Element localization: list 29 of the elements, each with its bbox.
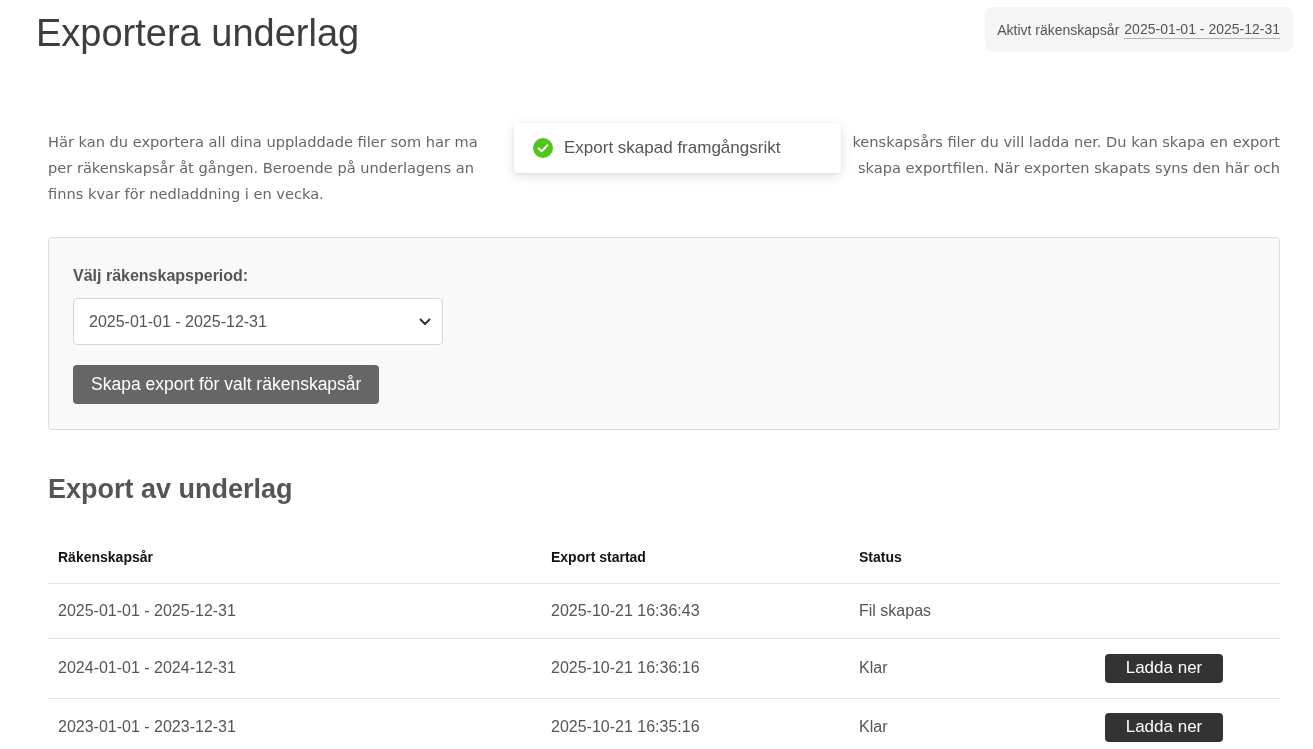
table-cell: 2024-01-01 - 2024-12-31 xyxy=(58,659,236,676)
intro-text: Här kan du exportera all dina uppladdade filer som har ma xyxy=(48,132,478,152)
table-cell: Klar xyxy=(859,718,888,736)
intro-text: per räkenskapsår åt gången. Beroende på underlagens an xyxy=(48,158,474,178)
active-year-link[interactable]: 2025-01-01 - 2025-12-31 xyxy=(1124,20,1280,39)
intro-text: kenskapsårs filer du vill ladda ner. Du kan skapa en export xyxy=(852,132,1280,152)
table-cell: Fil skapas xyxy=(859,601,932,619)
download-button[interactable]: Ladda ner xyxy=(1105,653,1223,683)
period-label: Välj räkenskapsperiod: xyxy=(73,267,249,284)
table-cell: 2023-01-01 - 2023-12-31 xyxy=(58,718,236,736)
column-header: Räkenskapsår xyxy=(58,549,153,566)
chevron-down-icon xyxy=(419,317,431,326)
active-year-label: Aktivt räkenskapsår xyxy=(997,21,1120,38)
page-title: Exportera underlag xyxy=(36,11,360,56)
table-cell: Klar xyxy=(859,659,888,676)
table-cell: 2025-10-21 16:36:16 xyxy=(551,659,700,676)
section-heading: Export av underlag xyxy=(48,474,293,504)
column-header: Status xyxy=(859,549,902,566)
download-button[interactable]: Ladda ner xyxy=(1105,712,1223,742)
table-cell: 2025-10-21 16:35:16 xyxy=(551,718,700,736)
table-cell: 2025-01-01 - 2025-12-31 xyxy=(58,601,236,619)
check-circle-icon xyxy=(533,138,553,158)
column-header: Export startad xyxy=(551,549,646,566)
period-select[interactable]: 2025-01-01 - 2025-12-31 xyxy=(73,298,443,345)
toast-message: Export skapad framgångsrikt xyxy=(564,138,781,158)
table-cell: 2025-10-21 16:36:43 xyxy=(551,601,700,619)
create-export-button[interactable]: Skapa export för valt räkenskapsår xyxy=(73,365,380,404)
intro-text: skapa exportfilen. När exporten skapats syns den här och xyxy=(857,158,1280,178)
intro-text: finns kvar för nedladdning i en vecka. xyxy=(48,184,324,204)
